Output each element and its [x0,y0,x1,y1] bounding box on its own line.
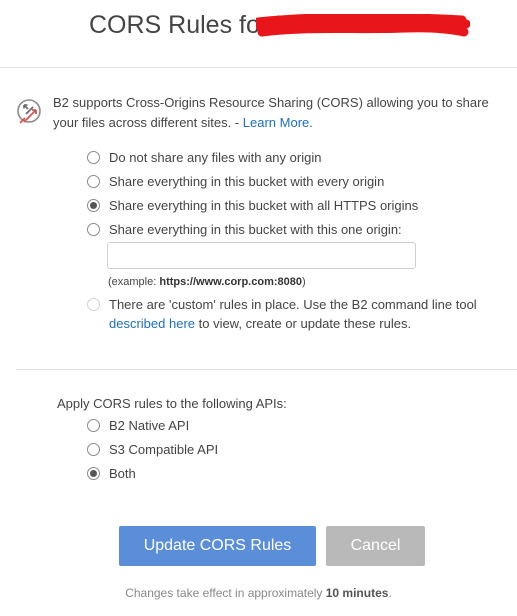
share-option-one-origin-label: Share everything in this bucket with thi… [109,222,402,237]
api-option-s3[interactable]: S3 Compatible API [87,442,218,457]
redaction-scribble [256,14,470,37]
dialog-title: CORS Rules for ‘ [89,11,281,39]
api-option-both[interactable]: Both [87,466,136,481]
info-text: B2 supports Cross-Origins Resource Shari… [53,95,489,130]
apis-label: Apply CORS rules to the following APIs: [57,396,287,411]
api-option-both-label: Both [109,466,136,481]
api-option-s3-label: S3 Compatible API [109,442,219,457]
share-option-https-label: Share everything in this bucket with all… [109,198,419,213]
origin-example: (example: https://www.corp.com:8080) [108,276,306,288]
described-here-link[interactable]: described here [109,316,195,331]
share-option-one-origin[interactable]: Share everything in this bucket with thi… [87,222,402,237]
api-option-b2-native-label: B2 Native API [109,418,190,433]
cors-arrows-icon [17,99,41,124]
share-option-none[interactable]: Do not share any files with any origin [87,150,321,165]
radio-b2-native[interactable] [87,419,100,432]
share-option-every-origin[interactable]: Share everything in this bucket with eve… [87,174,384,189]
share-option-every-origin-label: Share everything in this bucket with eve… [109,174,385,189]
origin-input[interactable] [107,242,416,269]
radio-every-origin[interactable] [87,175,100,188]
radio-one-origin[interactable] [87,223,100,236]
share-option-https[interactable]: Share everything in this bucket with all… [87,198,418,213]
learn-more-link[interactable]: Learn More. [243,115,313,130]
radio-none[interactable] [87,151,100,164]
footer-duration: 10 minutes [325,586,389,600]
dialog-header: CORS Rules for ‘ [0,0,517,68]
api-option-b2-native[interactable]: B2 Native API [87,418,189,433]
share-option-none-label: Do not share any files with any origin [109,150,322,165]
radio-both[interactable] [87,467,100,480]
custom-rules-text: There are 'custom' rules in place. Use t… [109,297,477,331]
radio-https[interactable] [87,199,100,212]
update-cors-rules-button[interactable]: Update CORS Rules [119,526,316,566]
cancel-button[interactable]: Cancel [326,526,425,566]
footer-note: Changes take effect in approximately 10 … [125,586,392,600]
example-url: https://www.corp.com:8080 [159,276,302,288]
radio-s3[interactable] [87,443,100,456]
section-divider [16,369,517,370]
radio-custom-disabled [87,298,100,311]
